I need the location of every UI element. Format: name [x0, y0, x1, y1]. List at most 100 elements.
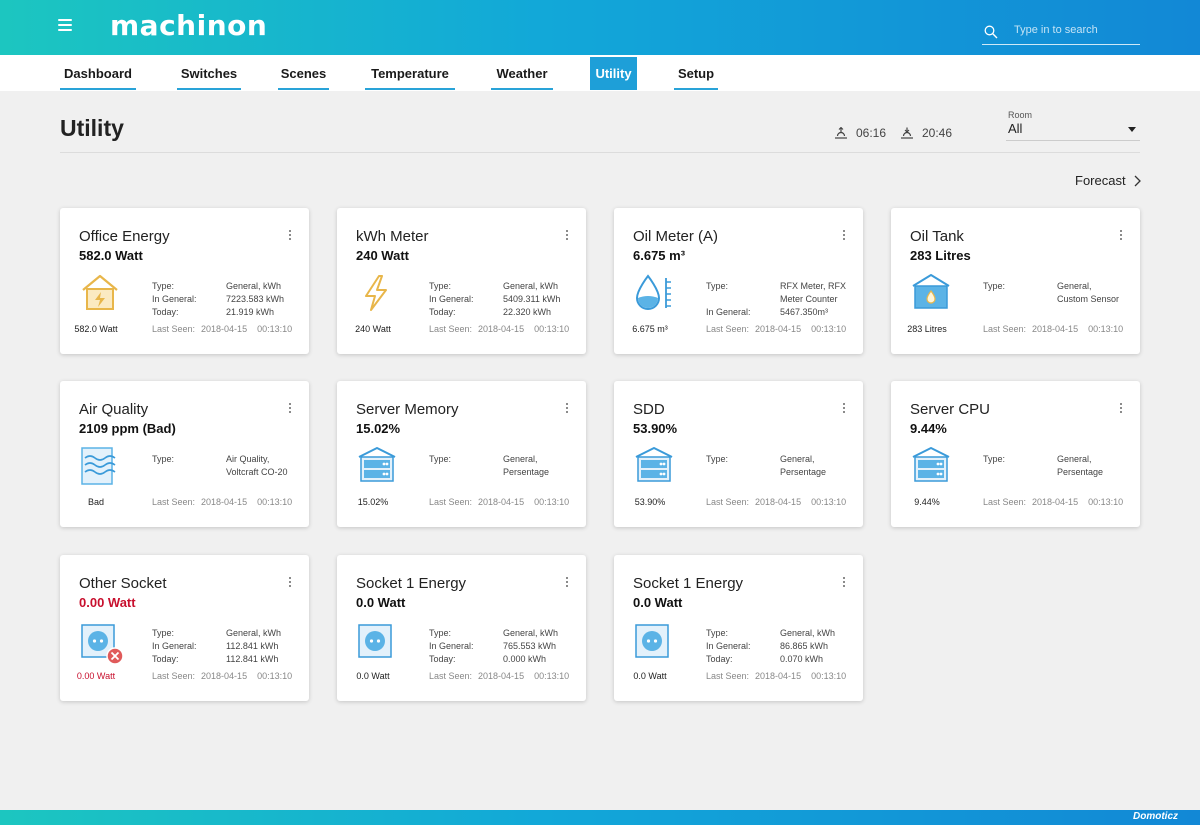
icon-value: 283 Litres — [907, 324, 947, 334]
tab-weather[interactable]: Weather — [491, 55, 553, 90]
last-seen-time: 00:13:10 — [811, 324, 847, 334]
card-value: 283 Litres — [910, 248, 971, 263]
search-input[interactable] — [1014, 24, 1138, 36]
menu-icon[interactable] — [58, 19, 72, 35]
detail-row: Type: General, kWh — [706, 627, 846, 640]
utility-card[interactable]: Server Memory 15.02% 15.02% Type: General, P… — [337, 381, 586, 527]
search-box[interactable] — [982, 22, 1140, 45]
tank-icon — [910, 272, 952, 314]
card-value: 9.44% — [910, 421, 947, 436]
utility-card[interactable]: Air Quality 2109 ppm (Bad) Bad Type: Air Qua… — [60, 381, 309, 527]
last-seen-label: Last Seen: — [706, 671, 750, 681]
detail-value: 86.865 kWh — [780, 641, 829, 651]
detail-value: General, Custom Sensor — [1057, 281, 1120, 304]
last-seen: Last Seen: 2018-04-15 00:13:10 — [152, 324, 292, 334]
icon-value: 15.02% — [357, 497, 389, 507]
footer: Domoticz — [0, 810, 1200, 825]
detail-key: Type: — [152, 281, 175, 291]
page-title: Utility — [60, 115, 124, 141]
last-seen-date: 2018-04-15 — [201, 497, 248, 507]
detail-key: Today: — [152, 654, 179, 664]
card-value: 6.675 m³ — [633, 248, 686, 263]
tab-dashboard[interactable]: Dashboard — [60, 55, 136, 90]
detail-key: Type: — [983, 454, 1006, 464]
more-vertical-icon[interactable] — [1118, 403, 1124, 417]
more-vertical-icon[interactable] — [287, 403, 293, 417]
detail-row: Type: General, kWh — [152, 627, 292, 640]
detail-key: Type: — [429, 281, 452, 291]
detail-value: 21.919 kWh — [226, 307, 275, 317]
title-divider — [60, 152, 1140, 153]
card-details: Type: Air Quality, Voltcraft CO-20 — [152, 453, 292, 479]
air-quality-icon — [79, 445, 121, 487]
detail-key: Today: — [429, 654, 456, 664]
utility-card[interactable]: Socket 1 Energy 0.0 Watt 0.0 Watt Type: Gene… — [614, 555, 863, 701]
detail-key: In General: — [706, 307, 751, 317]
room-select[interactable]: All — [1006, 121, 1140, 141]
tab-scenes[interactable]: Scenes — [278, 55, 329, 90]
main-nav: Dashboard Switches Scenes Temperature We… — [0, 55, 1200, 91]
card-title: Server Memory — [356, 401, 459, 418]
detail-key: In General: — [706, 641, 751, 651]
detail-row: Type: General, Persentage — [983, 453, 1123, 479]
utility-card[interactable]: SDD 53.90% 53.90% Type: General, Persentage L… — [614, 381, 863, 527]
last-seen-time: 00:13:10 — [257, 671, 293, 681]
tab-temperature[interactable]: Temperature — [365, 55, 455, 90]
detail-row: Type: Air Quality, Voltcraft CO-20 — [152, 453, 292, 479]
detail-value: General, kWh — [226, 628, 282, 638]
detail-value: 112.841 kWh — [226, 641, 279, 651]
card-value: 0.00 Watt — [79, 595, 136, 610]
detail-value: RFX Meter, RFX Meter Counter — [780, 281, 847, 304]
utility-card[interactable]: Socket 1 Energy 0.0 Watt 0.0 Watt Type: Gene… — [337, 555, 586, 701]
icon-value: 0.0 Watt — [633, 671, 667, 681]
utility-card[interactable]: Oil Meter (A) 6.675 m³ 6.675 m³ Type: RFX Me… — [614, 208, 863, 354]
last-seen: Last Seen: 2018-04-15 00:13:10 — [429, 497, 569, 507]
last-seen-time: 00:13:10 — [811, 497, 847, 507]
last-seen-label: Last Seen: — [983, 497, 1027, 507]
more-vertical-icon[interactable] — [841, 230, 847, 244]
last-seen-label: Last Seen: — [152, 324, 196, 334]
card-title: Other Socket — [79, 575, 167, 592]
detail-value: 7223.583 kWh — [226, 294, 285, 304]
utility-card[interactable]: kWh Meter 240 Watt 240 Watt Type: General, k… — [337, 208, 586, 354]
card-details: Type: General, kWh In General: 86.865 kWh To… — [706, 627, 846, 666]
tab-setup[interactable]: Setup — [674, 55, 718, 90]
card-title: kWh Meter — [356, 228, 429, 245]
tab-switches[interactable]: Switches — [177, 55, 241, 90]
detail-row: Type: General, Persentage — [706, 453, 846, 479]
server-icon — [356, 445, 398, 487]
more-vertical-icon[interactable] — [1118, 230, 1124, 244]
detail-value: 0.070 kWh — [780, 654, 824, 664]
icon-value: Bad — [87, 497, 104, 507]
chevron-right-icon — [1134, 175, 1141, 186]
last-seen-label: Last Seen: — [429, 324, 473, 334]
more-vertical-icon[interactable] — [564, 230, 570, 244]
utility-card[interactable]: Office Energy 582.0 Watt 582.0 Watt Type: Ge… — [60, 208, 309, 354]
utility-card[interactable]: Other Socket 0.00 Watt 0.00 Watt Type: Gener… — [60, 555, 309, 701]
card-details: Type: General, kWh In General: 5409.311 kWh… — [429, 280, 569, 319]
forecast-link[interactable]: Forecast — [1075, 173, 1141, 188]
tab-utility[interactable]: Utility — [590, 57, 637, 90]
more-vertical-icon[interactable] — [841, 577, 847, 591]
card-title: Oil Tank — [910, 228, 964, 245]
detail-key: Type: — [152, 628, 175, 638]
more-vertical-icon[interactable] — [287, 230, 293, 244]
utility-card[interactable]: Oil Tank 283 Litres 283 Litres Type: General… — [891, 208, 1140, 354]
detail-value: 5409.311 kWh — [503, 294, 561, 304]
detail-row: In General: 112.841 kWh — [152, 640, 292, 653]
card-details: Type: General, kWh In General: 765.553 kWh T… — [429, 627, 569, 666]
socket-icon — [633, 619, 675, 661]
top-header: machinon — [0, 0, 1200, 55]
more-vertical-icon[interactable] — [287, 577, 293, 591]
detail-key: Today: — [429, 307, 456, 317]
card-value: 0.0 Watt — [633, 595, 683, 610]
more-vertical-icon[interactable] — [564, 577, 570, 591]
logo: machinon — [110, 9, 268, 42]
icon-value: 240 Watt — [355, 324, 391, 334]
card-details: Type: General, kWh In General: 7223.583 kWh… — [152, 280, 292, 319]
more-vertical-icon[interactable] — [564, 403, 570, 417]
utility-card[interactable]: Server CPU 9.44% 9.44% Type: General, Persen… — [891, 381, 1140, 527]
more-vertical-icon[interactable] — [841, 403, 847, 417]
last-seen-label: Last Seen: — [706, 324, 750, 334]
last-seen-date: 2018-04-15 — [478, 497, 525, 507]
